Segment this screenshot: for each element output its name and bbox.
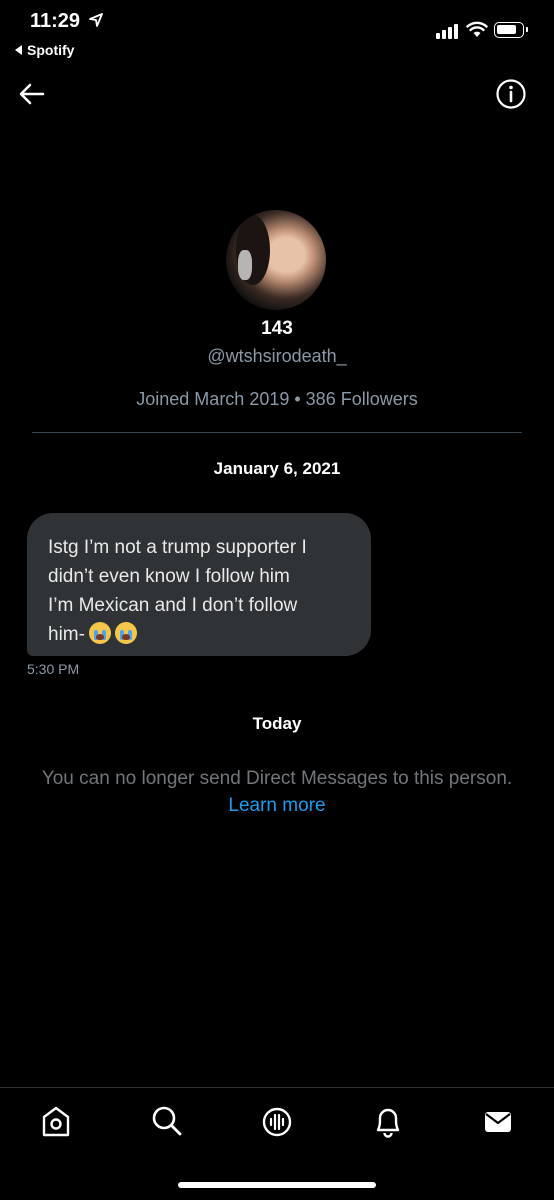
back-arrow-icon[interactable] [18, 80, 46, 108]
profile-name: 143 [261, 318, 293, 339]
message-line: didn’t even know I follow him [48, 566, 290, 587]
message-line: Istg I’m not a trump supporter I [48, 537, 307, 558]
message-line: I’m Mexican and I don’t follow [48, 595, 298, 616]
wifi-icon [466, 21, 488, 37]
back-app-label: Spotify [27, 42, 75, 58]
message-bubble[interactable]: Istg I’m not a trump supporter I didn’t … [27, 513, 371, 656]
dm-disabled-notice: You can no longer send Direct Messages t… [41, 768, 513, 789]
message-time: 5:30 PM [27, 661, 80, 677]
location-arrow-icon [89, 13, 103, 27]
date-header: January 6, 2021 [213, 459, 341, 478]
profile-joined: Joined March 2019 • 386 Followers [136, 389, 418, 409]
learn-more-link[interactable]: Learn more [0, 795, 554, 817]
status-time: 11:29 [30, 10, 81, 32]
info-icon[interactable] [495, 78, 527, 110]
loudly-crying-face-icon [88, 622, 111, 644]
tabbar-divider [0, 1087, 554, 1088]
battery-icon [494, 22, 528, 38]
profile-handle: @wtshsirodeath_ [207, 346, 347, 366]
message-line: him- [48, 624, 85, 645]
search-icon[interactable] [150, 1104, 184, 1138]
avatar[interactable] [226, 210, 326, 310]
loudly-crying-face-icon [114, 622, 137, 644]
spaces-icon[interactable] [260, 1104, 294, 1140]
home-icon[interactable] [40, 1104, 72, 1140]
cellular-signal-icon [436, 24, 458, 39]
back-triangle-icon [15, 45, 22, 55]
divider [32, 432, 522, 433]
today-header: Today [252, 714, 302, 733]
back-to-app[interactable]: Spotify [15, 42, 74, 58]
messages-icon[interactable] [482, 1104, 514, 1140]
home-indicator [178, 1182, 376, 1188]
notifications-icon[interactable] [372, 1104, 404, 1140]
